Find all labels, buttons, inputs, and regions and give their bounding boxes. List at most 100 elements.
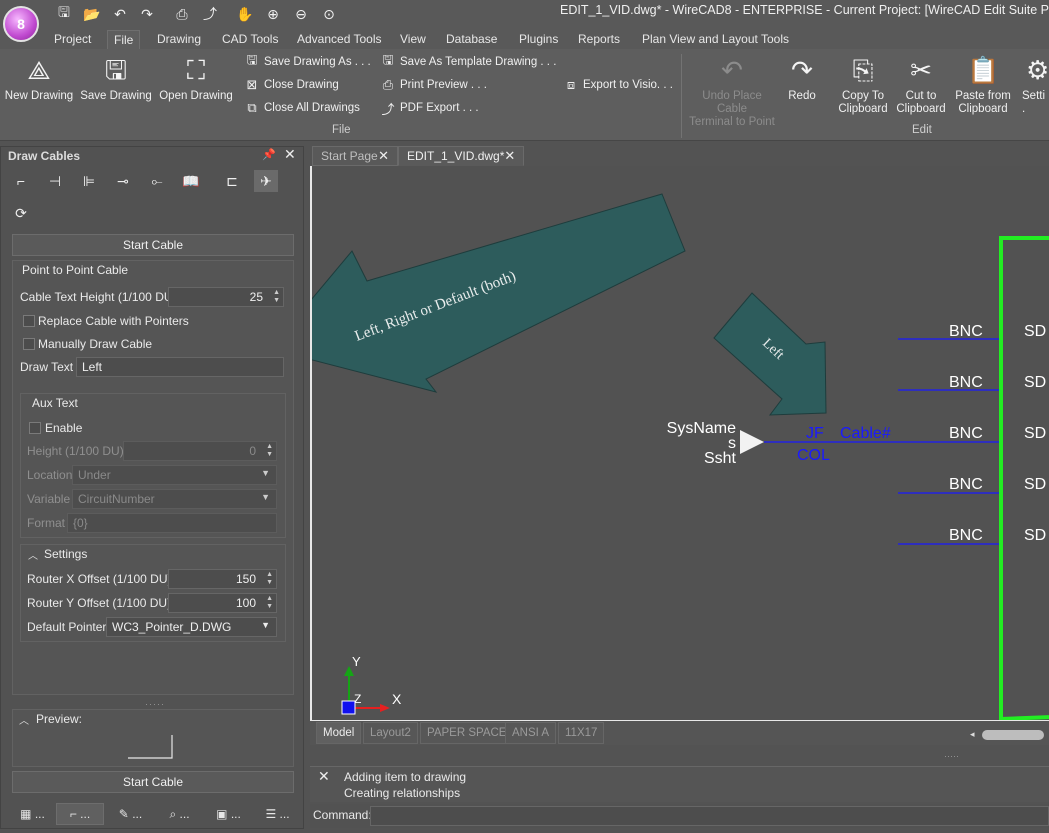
tab-advanced-tools[interactable]: Advanced Tools	[291, 30, 388, 49]
command-input[interactable]	[370, 806, 1049, 826]
default-pointer-dropdown[interactable]: WC3_Pointer_D.DWG ▼	[106, 617, 277, 637]
close-tab-icon[interactable]: ✕	[378, 148, 389, 164]
settings-button[interactable]: ⚙ Setti .	[1022, 54, 1049, 116]
app-menu-button[interactable]: 8	[3, 6, 39, 42]
tab-reports[interactable]: Reports	[572, 30, 626, 49]
router-x-input[interactable]: 150 ▲ ▼	[168, 569, 277, 589]
save-as-button[interactable]: 🖫 Save Drawing As . . .	[244, 52, 370, 71]
new-drawing-button[interactable]: ⟁ New Drawing	[4, 54, 74, 103]
drawing-canvas[interactable]: Left, Right or Default (both) Left SysNa…	[310, 166, 1049, 721]
enable-label: Enable	[45, 421, 83, 435]
layout-tab-ansi-a[interactable]: ANSI A	[505, 722, 557, 744]
start-cable-button-bottom[interactable]: Start Cable	[12, 771, 294, 793]
start-cable-button-top[interactable]: Start Cable	[12, 234, 294, 256]
close-tab-icon[interactable]: ✕	[504, 148, 515, 164]
router-y-input[interactable]: 100 ▲ ▼	[168, 593, 277, 613]
collapse-icon[interactable]: ︿	[19, 712, 29, 727]
layout-tab-model[interactable]: Model	[316, 722, 362, 744]
grid-icon: ▦	[20, 807, 32, 821]
cable-branch-icon[interactable]: ⊣	[43, 170, 67, 192]
tab-plugins[interactable]: Plugins	[513, 30, 564, 49]
file-group-label: File	[332, 124, 351, 136]
spinner-icon[interactable]: ▲ ▼	[266, 571, 273, 587]
collapse-icon[interactable]: ︿	[28, 547, 38, 562]
pointer-right-icon[interactable]: ⟜	[145, 170, 169, 192]
spinner-icon[interactable]: ▲ ▼	[266, 443, 273, 459]
route-icon[interactable]: ⊏	[220, 170, 244, 192]
bottom-tab-6[interactable]: ☰ ...	[255, 803, 300, 825]
layout-tab-11x17[interactable]: 11X17	[558, 722, 605, 744]
pin-icon[interactable]: 📌	[262, 148, 276, 161]
bottom-tab-3[interactable]: ✎ ...	[108, 803, 153, 825]
horizontal-scrollbar[interactable]	[982, 730, 1044, 740]
save-template-button[interactable]: 🖫 Save As Template Drawing . . .	[380, 52, 556, 71]
draw-text-dropdown[interactable]: Left	[76, 357, 284, 377]
tab-cad-tools[interactable]: CAD Tools	[216, 30, 284, 49]
splitter-grip[interactable]: ·····	[145, 699, 165, 709]
spinner-icon[interactable]: ▲ ▼	[273, 289, 280, 305]
format-input[interactable]: {0}	[67, 513, 277, 533]
pan-qat-icon[interactable]: ✋	[235, 5, 255, 23]
tab-database[interactable]: Database	[440, 30, 503, 49]
save-drawing-button[interactable]: 🖫 Save Drawing	[80, 54, 152, 103]
export-visio-button[interactable]: ⧈ Export to Visio. . .	[563, 76, 673, 94]
location-dropdown[interactable]: Under ▼	[72, 465, 277, 485]
chevron-down-icon: ▼	[261, 468, 270, 478]
sd-label: SD	[1024, 476, 1046, 493]
pointer-left-icon[interactable]: ⊸	[111, 170, 135, 192]
close-messages-icon[interactable]: ✕	[318, 768, 330, 785]
pdf-qat-icon[interactable]: ⤴	[200, 5, 220, 23]
copy-button[interactable]: ⎘ Copy To Clipboard	[836, 54, 890, 116]
search-icon: ⌕	[169, 806, 177, 821]
book-icon[interactable]: 📖	[179, 170, 203, 192]
close-all-button[interactable]: ⧉ Close All Drawings	[244, 99, 360, 117]
bottom-tab-1[interactable]: ▦ ...	[10, 803, 55, 825]
tab-edit-1-vid[interactable]: EDIT_1_VID.dwg* ✕	[398, 146, 524, 166]
zoom-out-qat-icon[interactable]: ⊖	[291, 5, 311, 23]
point-to-point-icon[interactable]: ⌐	[9, 170, 33, 192]
bottom-tab-5[interactable]: ▣ ...	[206, 803, 251, 825]
close-panel-icon[interactable]: ✕	[284, 146, 296, 163]
ucs-origin	[341, 700, 356, 715]
enable-checkbox[interactable]	[29, 422, 41, 434]
clipboard-icon: 📋	[967, 55, 1000, 85]
print-preview-button[interactable]: ⎙ Print Preview . . .	[380, 76, 487, 94]
undo-button[interactable]: ↶ Undo Place Cable Terminal to Point	[686, 54, 778, 129]
paste-button[interactable]: 📋 Paste from Clipboard	[952, 54, 1014, 116]
layout-tab-paper-space[interactable]: PAPER SPACE	[420, 722, 514, 744]
pdf-export-button[interactable]: ⤴ PDF Export . . .	[380, 99, 478, 117]
scroll-left-icon[interactable]: ◂	[970, 729, 975, 740]
replace-pointers-checkbox[interactable]	[23, 315, 35, 327]
redo-button[interactable]: ↷ Redo	[782, 54, 822, 103]
manually-draw-checkbox[interactable]	[23, 338, 35, 350]
bottom-tab-4[interactable]: ⌕ ...	[157, 803, 202, 825]
layout-tab-layout2[interactable]: Layout2	[363, 722, 418, 744]
print-qat-icon[interactable]: ⎙	[172, 5, 192, 23]
variable-dropdown[interactable]: CircuitNumber ▼	[72, 489, 277, 509]
tab-view[interactable]: View	[394, 30, 432, 49]
aux-height-input[interactable]: 0 ▲ ▼	[123, 441, 277, 461]
tab-start-page[interactable]: Start Page ✕	[312, 146, 398, 166]
splitter-grip[interactable]: ·····	[944, 751, 959, 761]
open-drawing-button[interactable]: ⛶ Open Drawing	[158, 54, 234, 103]
close-drawing-button[interactable]: ⊠ Close Drawing	[244, 76, 339, 94]
drawing-svg: Left, Right or Default (both) Left SysNa…	[312, 193, 1049, 720]
tab-plan-view[interactable]: Plan View and Layout Tools	[636, 30, 795, 49]
bird-icon[interactable]: ✈	[254, 170, 278, 192]
cut-button[interactable]: ✂ Cut to Clipboard	[894, 54, 948, 116]
spinner-icon[interactable]: ▲ ▼	[266, 595, 273, 611]
zoom-window-qat-icon[interactable]: ⊙	[319, 5, 339, 23]
undo-qat-icon[interactable]: ↶	[110, 5, 130, 23]
tab-project[interactable]: Project	[48, 30, 97, 49]
multi-cable-icon[interactable]: ⊫	[77, 170, 101, 192]
bottom-tab-2[interactable]: ⌐ ...	[56, 803, 104, 825]
tab-file[interactable]: File	[107, 30, 141, 49]
redo-qat-icon[interactable]: ↷	[137, 5, 157, 23]
save-qat-icon[interactable]: 🖫	[54, 4, 74, 23]
tab-drawing[interactable]: Drawing	[151, 30, 207, 49]
cable-text-height-input[interactable]: 25 ▲ ▼	[168, 287, 284, 307]
zoom-in-qat-icon[interactable]: ⊕	[263, 5, 283, 23]
open-folder-qat-icon[interactable]: 📂	[82, 5, 102, 23]
bnc-label: BNC	[949, 323, 983, 340]
refresh-icon[interactable]: ⟳	[9, 202, 33, 224]
